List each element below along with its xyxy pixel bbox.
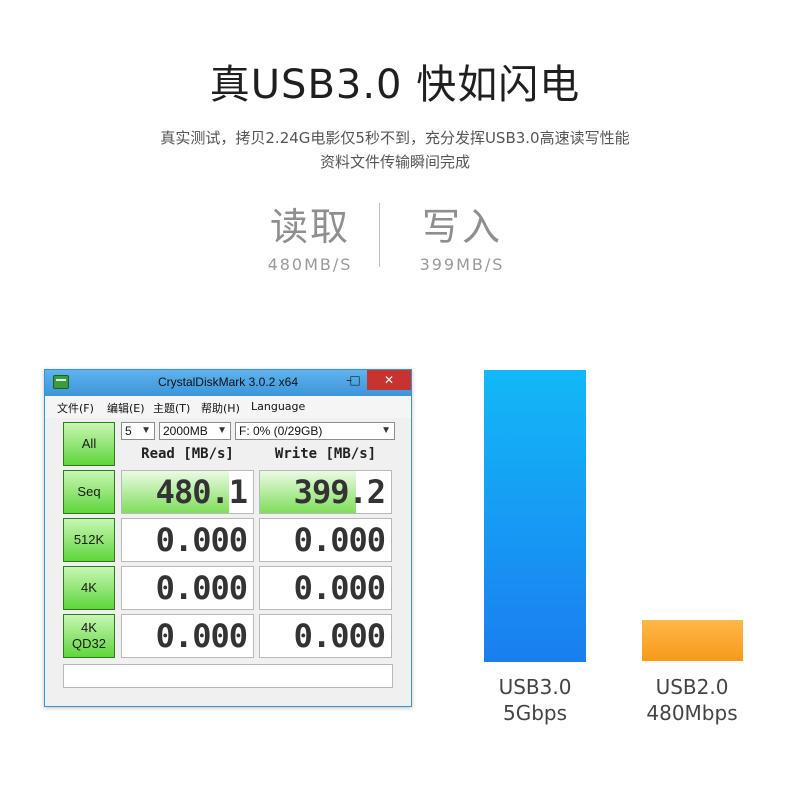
- all-button[interactable]: All: [63, 422, 115, 466]
- 4k-qd32-write-value: 0.000: [293, 617, 386, 655]
- 512k-write-cell: 0.000: [259, 518, 392, 562]
- 4k-write-value: 0.000: [293, 569, 386, 607]
- page-subtitle: 真实测试，拷贝2.24G电影仅5秒不到，充分发挥USB3.0高速读写性能 资料文…: [100, 126, 690, 174]
- seq-button[interactable]: Seq: [63, 470, 115, 514]
- write-stat-label: 写入: [421, 205, 502, 249]
- 4k-qd32-read-value: 0.000: [155, 617, 248, 655]
- usb2-name: USB2.0: [655, 675, 729, 699]
- row-label: 4K: [81, 580, 97, 595]
- size-select[interactable]: 2000MB ▼: [159, 422, 231, 440]
- 512k-button[interactable]: 512K: [63, 518, 115, 562]
- drive-select[interactable]: F: 0% (0/29GB) ▼: [235, 422, 395, 440]
- page-title: 真USB3.0 快如闪电: [209, 62, 581, 108]
- chevron-down-icon: ▼: [141, 425, 151, 436]
- menu-edit[interactable]: 编辑(E): [107, 400, 145, 416]
- seq-read-cell: 480.1: [121, 470, 254, 514]
- 512k-read-cell: 0.000: [121, 518, 254, 562]
- window-titlebar[interactable]: CrystalDiskMark 3.0.2 x64 – □ ✕: [45, 370, 411, 396]
- write-stat: 写入 399MB/S: [372, 196, 552, 274]
- seq-read-value: 480.1: [155, 473, 248, 511]
- 4k-read-cell: 0.000: [121, 566, 254, 610]
- row-label: Seq: [77, 484, 101, 499]
- status-field: [63, 664, 393, 688]
- row-sublabel: QD32: [72, 636, 106, 651]
- 4k-qd32-write-cell: 0.000: [259, 614, 392, 658]
- size-select-value: 2000MB: [163, 424, 208, 438]
- usb2-bar: [642, 620, 743, 661]
- menu-language[interactable]: Language: [251, 400, 305, 413]
- crystaldiskmark-window: CrystalDiskMark 3.0.2 x64 – □ ✕ 文件(F) 编辑…: [44, 369, 412, 707]
- menu-file[interactable]: 文件(F): [57, 400, 94, 416]
- 512k-read-value: 0.000: [155, 521, 248, 559]
- menu-bar: 文件(F) 编辑(E) 主题(T) 帮助(H) Language: [45, 396, 411, 418]
- 4k-qd32-read-cell: 0.000: [121, 614, 254, 658]
- count-select-value: 5: [125, 424, 132, 438]
- chevron-down-icon: ▼: [381, 425, 391, 436]
- usb3-bar: [484, 370, 586, 662]
- usb2-speed: 480Mbps: [646, 701, 738, 725]
- 512k-write-value: 0.000: [293, 521, 386, 559]
- count-select[interactable]: 5 ▼: [121, 422, 155, 440]
- usb3-name: USB3.0: [498, 675, 572, 699]
- menu-help[interactable]: 帮助(H): [201, 400, 240, 416]
- write-stat-value: 399MB/S: [419, 255, 505, 274]
- row-label: 4K: [81, 620, 97, 635]
- 4k-read-value: 0.000: [155, 569, 248, 607]
- write-column-header: Write [MB/s]: [274, 446, 377, 462]
- usb3-speed: 5Gbps: [502, 701, 568, 725]
- seq-write-cell: 399.2: [259, 470, 392, 514]
- menu-theme[interactable]: 主题(T): [153, 400, 190, 416]
- drive-select-value: F: 0% (0/29GB): [239, 424, 323, 438]
- read-column-header: Read [MB/s]: [141, 446, 234, 462]
- 4k-qd32-button[interactable]: 4K QD32: [63, 614, 115, 658]
- row-label: 512K: [73, 532, 105, 547]
- window-client: All 5 ▼ 2000MB ▼ F: 0% (0/29GB) ▼ Read […: [51, 418, 405, 700]
- close-button[interactable]: ✕: [367, 370, 411, 390]
- subtitle-line-1: 真实测试，拷贝2.24G电影仅5秒不到，充分发挥USB3.0高速读写性能: [160, 129, 630, 147]
- usb3-label: USB3.0 5Gbps: [465, 674, 605, 726]
- maximize-button[interactable]: □: [342, 370, 368, 390]
- 4k-button[interactable]: 4K: [63, 566, 115, 610]
- seq-write-value: 399.2: [293, 473, 386, 511]
- 4k-write-cell: 0.000: [259, 566, 392, 610]
- usb2-label: USB2.0 480Mbps: [622, 674, 762, 726]
- subtitle-line-2: 资料文件传输瞬间完成: [319, 153, 470, 171]
- all-button-label: All: [81, 436, 97, 451]
- chevron-down-icon: ▼: [217, 425, 227, 436]
